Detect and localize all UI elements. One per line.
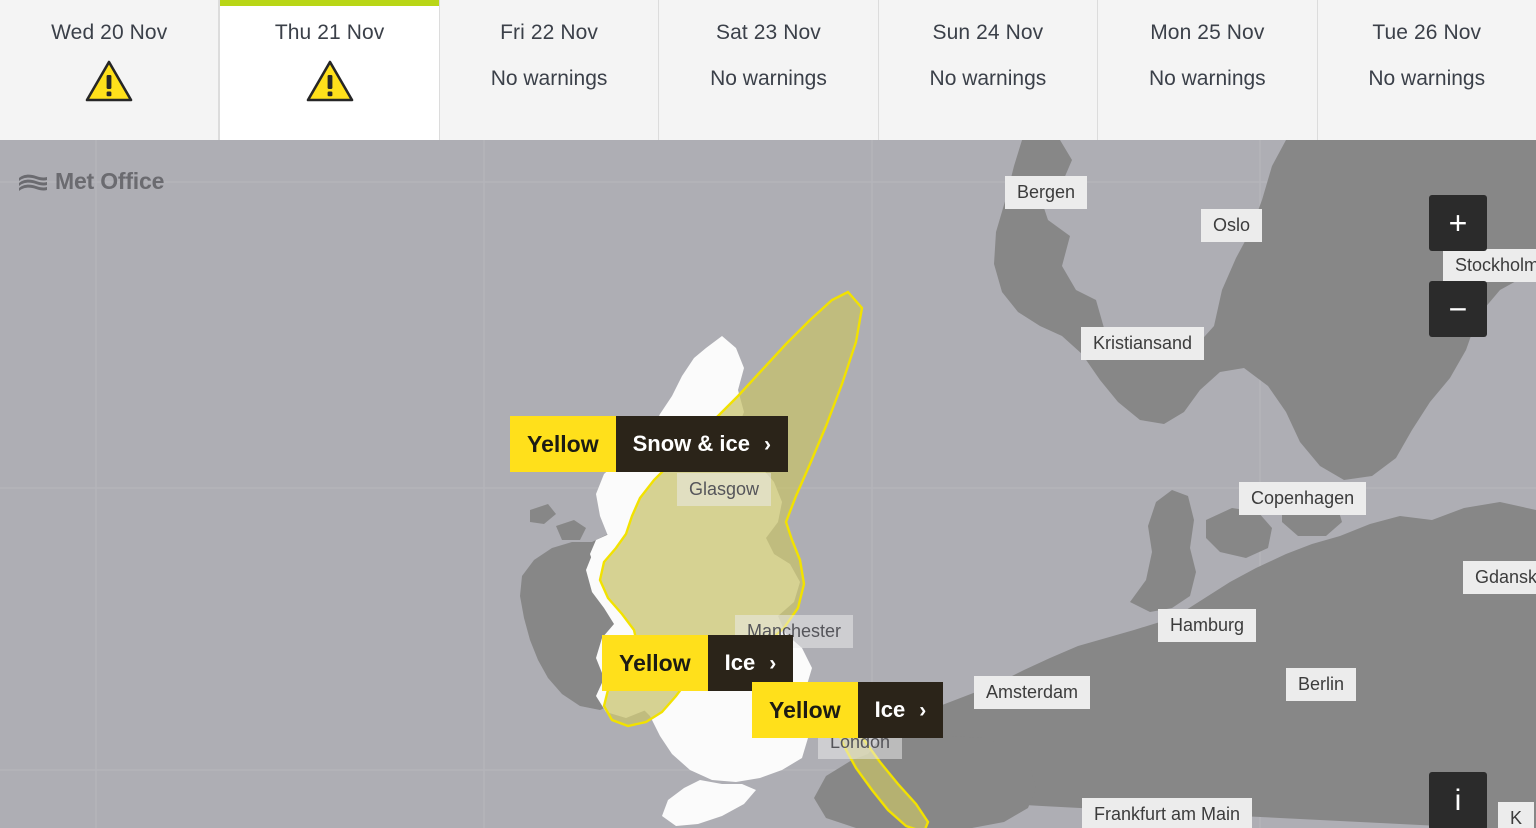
day-tab-status: No warnings (490, 67, 608, 90)
city-label: Stockholm (1443, 249, 1536, 282)
met-office-logo-text: Met Office (55, 168, 165, 194)
day-tab-0[interactable]: Wed 20 Nov (0, 0, 220, 140)
zoom-out-icon: − (1448, 291, 1468, 327)
day-tab-4[interactable]: Sun 24 Nov No warnings (878, 0, 1099, 140)
city-label: Hamburg (1158, 609, 1257, 642)
zoom-in-button[interactable]: + (1429, 195, 1487, 251)
chevron-right-icon: › (919, 698, 927, 722)
zoom-in-icon: + (1448, 205, 1468, 241)
city-label: Gdansk (1463, 561, 1536, 594)
warning-type-label: Snow & ice (632, 431, 750, 456)
city-label: Frankfurt am Main (1082, 798, 1253, 828)
warning-level-label: Yellow (752, 682, 858, 738)
day-tab-2[interactable]: Fri 22 Nov No warnings (439, 0, 660, 140)
warning-level-label: Yellow (510, 416, 616, 472)
day-tab-date: Tue 26 Nov (1372, 21, 1482, 44)
warning-type-label: Ice (874, 697, 906, 722)
warning-type-label: Ice (724, 650, 756, 675)
city-label: Amsterdam (974, 676, 1091, 709)
warning-triangle-icon (85, 60, 133, 102)
day-tab-date: Sun 24 Nov (932, 21, 1044, 44)
map-info-button[interactable]: i (1429, 772, 1487, 828)
city-label: Glasgow (677, 473, 772, 506)
day-tab-6[interactable]: Tue 26 Nov No warnings (1317, 0, 1536, 140)
warning-level-label: Yellow (602, 635, 708, 691)
city-label: Oslo (1201, 209, 1263, 242)
day-tab-status: No warnings (1368, 67, 1486, 90)
day-tab-date: Fri 22 Nov (500, 21, 598, 44)
city-label: Bergen (1005, 176, 1088, 209)
day-tab-status: No warnings (710, 67, 827, 90)
warning-badge[interactable]: Yellow Snow & ice › (510, 416, 788, 472)
warning-type-button[interactable]: Ice › (857, 682, 944, 738)
day-tab-1[interactable]: Thu 21 Nov (219, 0, 440, 140)
city-label: Kristiansand (1081, 327, 1205, 360)
met-office-wave-icon (19, 174, 47, 191)
day-tab-date: Wed 20 Nov (51, 21, 168, 44)
weather-warning-page: Wed 20 Nov Thu 21 Nov Fri 22 Nov No warning… (0, 0, 1536, 828)
city-label: Copenhagen (1239, 482, 1367, 515)
warning-map[interactable]: Met Office Bergen Oslo Stockholm Kristiansa… (0, 140, 1536, 828)
zoom-out-button[interactable]: − (1429, 281, 1487, 337)
warning-badge[interactable]: Yellow Ice › (752, 682, 944, 738)
met-office-logo: Met Office (18, 168, 164, 195)
warning-triangle-icon (306, 60, 353, 102)
day-tab-status: No warnings (929, 67, 1047, 90)
day-tab-5[interactable]: Mon 25 Nov No warnings (1098, 0, 1318, 140)
active-tab-indicator (220, 0, 439, 6)
day-tab-date: Sat 23 Nov (716, 21, 821, 44)
day-tab-date: Mon 25 Nov (1150, 21, 1265, 44)
chevron-right-icon: › (769, 651, 777, 675)
day-tab-3[interactable]: Sat 23 Nov No warnings (659, 0, 879, 140)
city-label: Berlin (1286, 668, 1357, 701)
day-tab-status: No warnings (1148, 67, 1266, 90)
day-tab-strip: Wed 20 Nov Thu 21 Nov Fri 22 Nov No warning… (0, 0, 1536, 140)
warning-type-button[interactable]: Snow & ice › (615, 416, 788, 472)
chevron-right-icon: › (763, 432, 771, 456)
city-label: K (1498, 802, 1535, 828)
info-icon: i (1454, 784, 1462, 817)
day-tab-date: Thu 21 Nov (274, 21, 385, 44)
